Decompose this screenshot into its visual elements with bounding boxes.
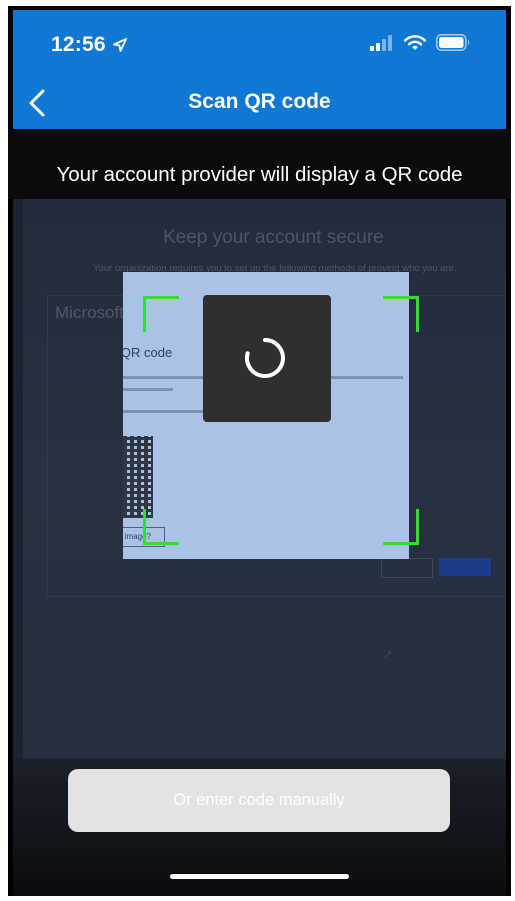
wifi-icon [404,34,426,50]
instruction-banner: Your account provider will display a QR … [8,129,511,199]
loading-overlay [203,295,331,422]
scan-frame-corner-top-left [143,296,179,332]
camera-viewfinder: Keep your account secure Your organizati… [13,199,506,896]
loading-spinner-icon [245,338,285,378]
cellular-signal-icon [370,34,392,51]
scan-frame-corner-bottom-right [383,509,419,545]
phone-screen: 12:56 Scan QR code Your account provider… [8,6,511,896]
scan-area-section-title: Scan the QR code [123,345,173,360]
background-heading: Keep your account secure [163,227,384,248]
background-next-button [439,558,491,576]
text-line [123,388,173,391]
enter-code-manually-button[interactable]: Or enter code manually [68,769,450,832]
scan-frame-corner-bottom-left [143,509,179,545]
qr-code-image [123,436,153,518]
home-indicator[interactable] [170,874,349,879]
background-back-button [381,558,433,578]
instruction-text: Your account provider will display a QR … [56,163,463,186]
page-title: Scan QR code [188,90,331,113]
mouse-cursor-icon: ➚ [383,647,394,661]
scan-frame-corner-top-right [383,296,419,332]
battery-icon [436,34,470,51]
status-icons [370,34,472,51]
status-time-text: 12:56 [51,33,106,56]
location-arrow-icon [112,38,127,52]
app-header: 12:56 Scan QR code [13,10,506,129]
status-time: 12:56 [51,33,128,57]
